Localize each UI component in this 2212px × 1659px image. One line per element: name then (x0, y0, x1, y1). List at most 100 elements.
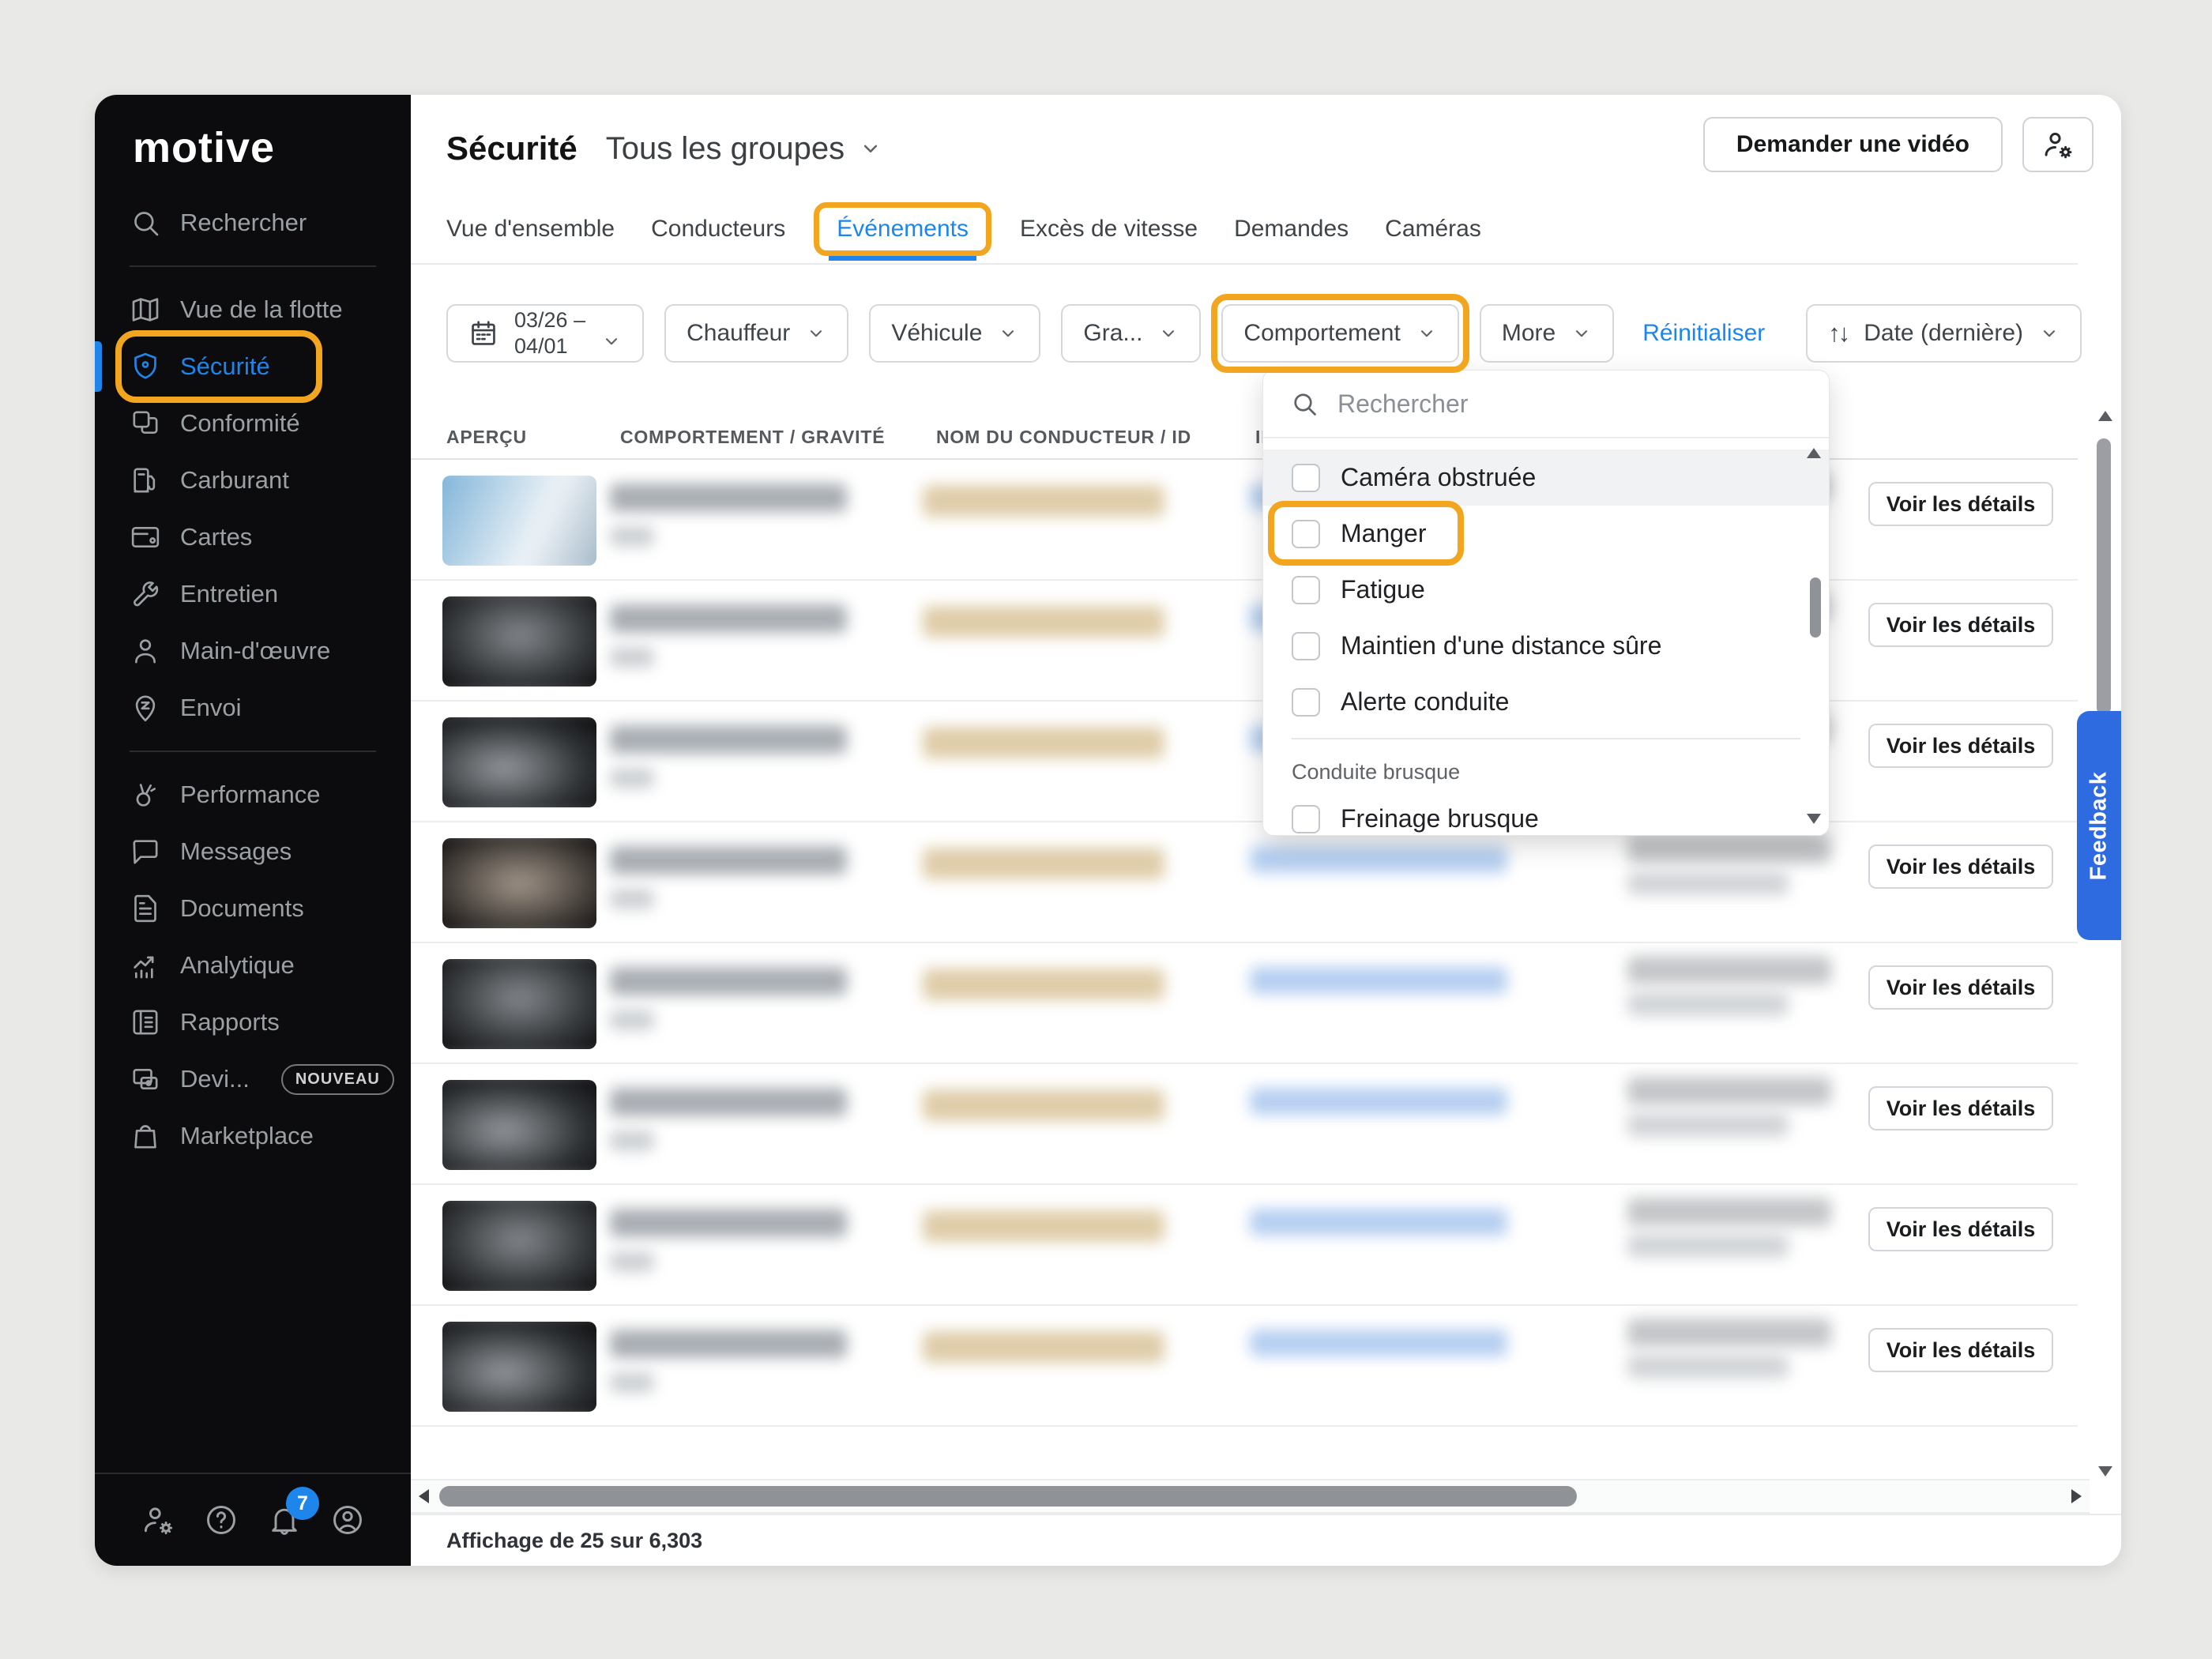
sidebar-item-safety[interactable]: Sécurité (95, 338, 411, 395)
view-details-button[interactable]: Voir les détails (1868, 724, 2053, 768)
scroll-left-arrow[interactable] (419, 1489, 429, 1503)
profile-icon (330, 1503, 365, 1537)
sidebar-item-documents[interactable]: Documents (95, 880, 411, 937)
tab-requests[interactable]: Demandes (1234, 216, 1349, 243)
reset-filters-link[interactable]: Réinitialiser (1642, 320, 1765, 347)
checkbox[interactable] (1292, 805, 1320, 833)
event-thumbnail[interactable] (442, 1322, 596, 1412)
event-thumbnail[interactable] (442, 1201, 596, 1291)
view-details-button[interactable]: Voir les détails (1868, 1086, 2053, 1130)
view-details-button[interactable]: Voir les détails (1868, 603, 2053, 647)
sidebar-item-maintenance[interactable]: Entretien (95, 566, 411, 623)
sort-button[interactable]: ↑↓ Date (dernière) (1806, 304, 2082, 363)
column-header: NOM DU CONDUCTEUR / ID (936, 427, 1191, 448)
request-video-button[interactable]: Demander une vidéo (1703, 117, 2003, 172)
driver-name-blur (923, 969, 1164, 1000)
tab-overview[interactable]: Vue d'ensemble (446, 216, 615, 243)
more-filter[interactable]: More (1480, 304, 1614, 363)
sidebar-item-compliance[interactable]: Conformité (95, 395, 411, 452)
severity-blur (610, 1372, 654, 1393)
tab-cameras[interactable]: Caméras (1385, 216, 1481, 243)
notifications-button[interactable]: 7 (267, 1503, 302, 1537)
sidebar-item-fuel[interactable]: Carburant (95, 452, 411, 509)
chevron-down-icon (1158, 323, 1179, 344)
sidebar-item-workforce[interactable]: Main-d'œuvre (95, 623, 411, 679)
horizontal-scrollbar-thumb[interactable] (439, 1486, 1577, 1507)
table-scroll-down[interactable] (2098, 1466, 2112, 1477)
row-count-summary: Affichage de 25 sur 6,303 (446, 1529, 702, 1553)
event-row: Voir les détails (411, 822, 2078, 943)
filter-highlight-ring: Comportement (1211, 294, 1469, 373)
sidebar-search[interactable]: Rechercher (95, 194, 411, 251)
event-thumbnail[interactable] (442, 476, 596, 566)
behavior-option[interactable]: Maintien d'une distance sûre (1263, 618, 1829, 674)
dropdown-scroll-down[interactable] (1807, 814, 1821, 824)
date-range-filter[interactable]: 03/26 –04/01 (446, 304, 644, 363)
chevron-down-icon (859, 137, 882, 160)
behavior-blur (610, 846, 847, 875)
table-scroll-up[interactable] (2098, 411, 2112, 421)
sidebar-item-reports[interactable]: Rapports (95, 994, 411, 1051)
user-settings-button[interactable] (141, 1503, 175, 1537)
checkbox[interactable] (1292, 632, 1320, 660)
behavior-option[interactable]: Manger (1263, 506, 1829, 562)
sidebar-footer: 7 (95, 1473, 411, 1566)
dropdown-scrollbar-thumb[interactable] (1810, 577, 1821, 638)
column-header: APERÇU (446, 427, 527, 448)
medal-icon (130, 779, 161, 811)
detail-blur (1627, 992, 1789, 1016)
tab-events[interactable]: Événements (837, 216, 969, 242)
dropdown-search-input[interactable] (1336, 389, 1802, 419)
sidebar-item-label: Marketplace (180, 1122, 314, 1150)
view-details-button[interactable]: Voir les détails (1868, 845, 2053, 889)
dropdown-scroll-up[interactable] (1807, 448, 1821, 458)
new-badge: NOUVEAU (281, 1064, 394, 1095)
sidebar-item-messages[interactable]: Messages (95, 823, 411, 880)
chat-icon (130, 836, 161, 867)
profile-button[interactable] (330, 1503, 365, 1537)
tab-speeding[interactable]: Excès de vitesse (1020, 216, 1198, 243)
sidebar-item-label: Conformité (180, 409, 300, 438)
sidebar-item-dispatch[interactable]: Envoi (95, 679, 411, 736)
event-thumbnail[interactable] (442, 1080, 596, 1170)
vehicle-filter[interactable]: Véhicule (869, 304, 1040, 363)
event-thumbnail[interactable] (442, 838, 596, 928)
checkbox[interactable] (1292, 464, 1320, 492)
tab-bar-divider (411, 263, 2078, 265)
help-button[interactable] (204, 1503, 239, 1537)
behavior-filter[interactable]: Comportement (1221, 304, 1458, 363)
sidebar-item-devices[interactable]: Devi... NOUVEAU (95, 1051, 411, 1108)
view-details-button[interactable]: Voir les détails (1868, 1207, 2053, 1251)
table-scrollbar-thumb[interactable] (2097, 438, 2111, 715)
sidebar-item-performance[interactable]: Performance (95, 766, 411, 823)
view-details-button[interactable]: Voir les détails (1868, 1328, 2053, 1372)
view-details-button[interactable]: Voir les détails (1868, 482, 2053, 526)
checkbox[interactable] (1292, 688, 1320, 717)
view-details-button[interactable]: Voir les détails (1868, 965, 2053, 1010)
feedback-tab[interactable]: Feedback (2077, 711, 2121, 940)
group-selector[interactable]: Tous les groupes (606, 131, 882, 167)
event-thumbnail[interactable] (442, 959, 596, 1049)
card-icon (130, 521, 161, 553)
severity-filter[interactable]: Gra... (1061, 304, 1201, 363)
checkbox[interactable] (1292, 520, 1320, 548)
driver-filter[interactable]: Chauffeur (664, 304, 848, 363)
group-selector-label: Tous les groupes (606, 131, 845, 167)
behavior-blur (610, 1088, 847, 1116)
blurred-image (442, 1201, 596, 1291)
scroll-right-arrow[interactable] (2071, 1489, 2082, 1503)
behavior-option[interactable]: Caméra obstruée (1263, 450, 1829, 506)
behavior-option[interactable]: Freinage brusque (1263, 791, 1829, 836)
event-thumbnail[interactable] (442, 717, 596, 807)
event-thumbnail[interactable] (442, 596, 596, 687)
detail-blur (1627, 835, 1831, 863)
checkbox[interactable] (1292, 576, 1320, 604)
tab-drivers[interactable]: Conducteurs (651, 216, 785, 243)
behavior-option[interactable]: Alerte conduite (1263, 674, 1829, 730)
sidebar-item-label: Main-d'œuvre (180, 637, 330, 665)
behavior-option[interactable]: Fatigue (1263, 562, 1829, 618)
user-settings-button[interactable] (2022, 117, 2094, 172)
sidebar-item-cards[interactable]: Cartes (95, 509, 411, 566)
sidebar-item-analytics[interactable]: Analytique (95, 937, 411, 994)
sidebar-item-marketplace[interactable]: Marketplace (95, 1108, 411, 1164)
